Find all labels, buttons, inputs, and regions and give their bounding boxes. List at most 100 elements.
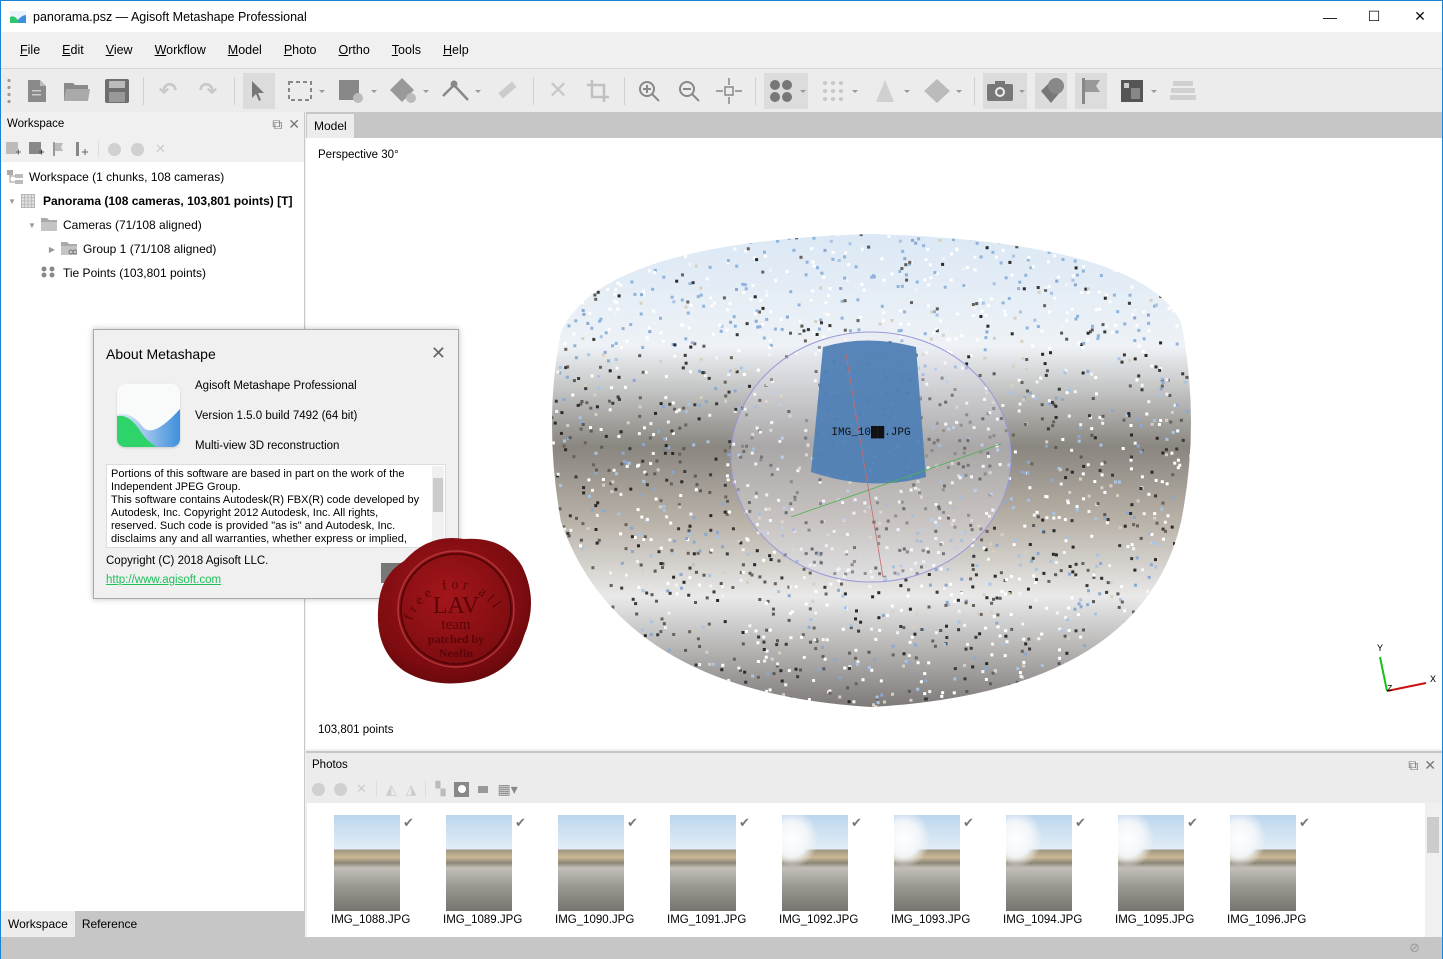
photo-item[interactable]: IMG_1090.JPG ✔ xyxy=(555,803,669,937)
menu-label: ile xyxy=(27,43,41,57)
menu-photo[interactable]: Photo xyxy=(273,43,328,57)
workspace-panel-title: Workspace xyxy=(7,118,65,130)
layers-button[interactable] xyxy=(1167,73,1199,109)
menu-label: elp xyxy=(452,43,469,57)
point-cloud-button[interactable] xyxy=(764,72,808,109)
tree-item[interactable]: ▼ Cameras (71/108 aligned) xyxy=(1,213,304,237)
delete-x-icon: ✕ xyxy=(547,77,569,104)
add-scalebar-button[interactable] xyxy=(75,142,90,157)
camera-plane[interactable] xyxy=(811,340,926,484)
tab-reference[interactable]: Reference xyxy=(75,911,144,937)
menu-edit[interactable]: Edit xyxy=(51,43,95,57)
undo-button[interactable]: ↶ xyxy=(152,73,184,109)
tree-item[interactable]: Tie Points (103,801 points) xyxy=(1,261,304,285)
enable-cameras-icon[interactable] xyxy=(312,782,325,796)
tree-item[interactable]: ▶ Group 1 (71/108 aligned) xyxy=(1,237,304,261)
point-cloud-render[interactable]: IMG_10██.JPG xyxy=(541,222,1201,722)
maximize-button[interactable]: ☐ xyxy=(1351,1,1397,32)
add-photos-button[interactable] xyxy=(29,142,44,157)
mesh-model-button[interactable] xyxy=(920,73,964,109)
zoom-in-icon xyxy=(639,80,660,102)
filter-photos-icon[interactable]: ▚ xyxy=(435,781,445,797)
image-quality-icon[interactable] xyxy=(478,785,489,793)
add-marker-button[interactable] xyxy=(52,142,67,157)
tab-model[interactable]: Model xyxy=(307,114,354,138)
close-panel-icon[interactable]: ✕ xyxy=(288,116,300,133)
save-button[interactable] xyxy=(101,73,133,109)
scrollbar-thumb[interactable] xyxy=(1427,817,1439,853)
menu-view[interactable]: View xyxy=(95,43,144,57)
delete-button[interactable]: ✕ xyxy=(542,73,574,109)
navigation-button[interactable] xyxy=(243,72,275,109)
shapes-button[interactable] xyxy=(1035,72,1067,109)
close-panel-icon[interactable]: ✕ xyxy=(1424,757,1436,774)
minimize-button[interactable]: — xyxy=(1307,1,1353,32)
ruler-button[interactable] xyxy=(439,73,483,109)
add-chunk-button[interactable] xyxy=(6,142,21,157)
photo-item[interactable]: IMG_1092.JPG ✔ xyxy=(779,803,893,937)
photo-filename: IMG_1093.JPG xyxy=(891,914,971,926)
show-masks-icon[interactable] xyxy=(454,781,470,797)
about-close-button[interactable]: ✕ xyxy=(431,343,446,364)
model-selection-button[interactable] xyxy=(335,73,379,109)
add-chunk-icon xyxy=(6,142,21,155)
float-panel-icon[interactable]: ⧉ xyxy=(1408,757,1418,774)
menu-workflow[interactable]: Workflow xyxy=(144,43,217,57)
photo-item[interactable]: IMG_1096.JPG ✔ xyxy=(1227,803,1341,937)
rotate-left-icon[interactable]: ◭ xyxy=(386,781,397,798)
menu-help[interactable]: Help xyxy=(432,43,480,57)
menu-label: orkflow xyxy=(166,43,206,57)
photo-item[interactable]: IMG_1094.JPG ✔ xyxy=(1003,803,1117,937)
expand-arrow-icon[interactable]: ▼ xyxy=(27,221,37,230)
open-button[interactable] xyxy=(61,73,93,109)
photos-scrollbar[interactable] xyxy=(1425,803,1442,937)
view-mode-grid-icon[interactable]: ▦▾ xyxy=(497,781,517,798)
photo-item[interactable]: IMG_1088.JPG ✔ xyxy=(331,803,445,937)
new-document-icon xyxy=(28,79,46,102)
tiled-model-button[interactable] xyxy=(868,73,912,109)
float-panel-icon[interactable]: ⧉ xyxy=(272,116,282,133)
aligned-check-icon: ✔ xyxy=(851,815,862,830)
dense-cloud-button[interactable] xyxy=(816,73,860,109)
app-window: panorama.psz — Agisoft Metashape Profess… xyxy=(0,0,1443,959)
disable-cameras-icon[interactable] xyxy=(334,782,347,796)
cameras-button[interactable] xyxy=(983,72,1027,109)
menu-tools[interactable]: Tools xyxy=(381,43,432,57)
ortho-image-button[interactable] xyxy=(1115,73,1159,109)
tree-item[interactable]: ▼ Panorama (108 cameras, 103,801 points) … xyxy=(1,189,304,213)
remove-button[interactable]: ✕ xyxy=(153,141,168,157)
reset-view-button[interactable] xyxy=(713,73,745,109)
expand-arrow-icon[interactable]: ▼ xyxy=(7,197,17,206)
menu-file[interactable]: File xyxy=(9,43,51,57)
photo-item[interactable]: IMG_1093.JPG ✔ xyxy=(891,803,1005,937)
scrollbar-thumb[interactable] xyxy=(433,478,443,512)
close-button[interactable]: ✕ xyxy=(1397,1,1443,32)
markers-button[interactable] xyxy=(1075,72,1107,109)
zoom-out-button[interactable] xyxy=(673,73,705,109)
redo-button[interactable]: ↷ xyxy=(192,73,224,109)
collapse-arrow-icon[interactable]: ▶ xyxy=(47,245,57,254)
new-document-button[interactable] xyxy=(21,73,53,109)
toolbar-grip[interactable] xyxy=(7,76,11,105)
remove-cameras-icon[interactable]: ✕ xyxy=(356,781,367,797)
menu-model[interactable]: Model xyxy=(217,43,273,57)
photo-item[interactable]: IMG_1089.JPG ✔ xyxy=(443,803,557,937)
enable-button[interactable] xyxy=(107,142,122,157)
tree-item[interactable]: Workspace (1 chunks, 108 cameras) xyxy=(1,165,304,189)
disable-button[interactable] xyxy=(130,142,145,157)
menu-ortho[interactable]: Ortho xyxy=(328,43,381,57)
rotate-right-icon[interactable]: ◮ xyxy=(406,781,417,798)
menu-accelerator: H xyxy=(442,43,453,57)
close-icon: ✕ xyxy=(430,343,446,363)
zoom-in-button[interactable] xyxy=(633,73,665,109)
eraser-button[interactable] xyxy=(491,73,523,109)
shape-selection-button[interactable] xyxy=(387,73,431,109)
photo-item[interactable]: IMG_1091.JPG ✔ xyxy=(667,803,781,937)
tab-workspace[interactable]: Workspace xyxy=(1,911,75,937)
rectangle-selection-button[interactable] xyxy=(283,73,327,109)
crop-button[interactable] xyxy=(582,73,614,109)
ortho-image-icon xyxy=(1121,79,1143,102)
website-link[interactable]: http://www.agisoft.com xyxy=(106,574,221,586)
photo-item[interactable]: IMG_1095.JPG ✔ xyxy=(1115,803,1229,937)
menu-accelerator: V xyxy=(105,43,114,57)
